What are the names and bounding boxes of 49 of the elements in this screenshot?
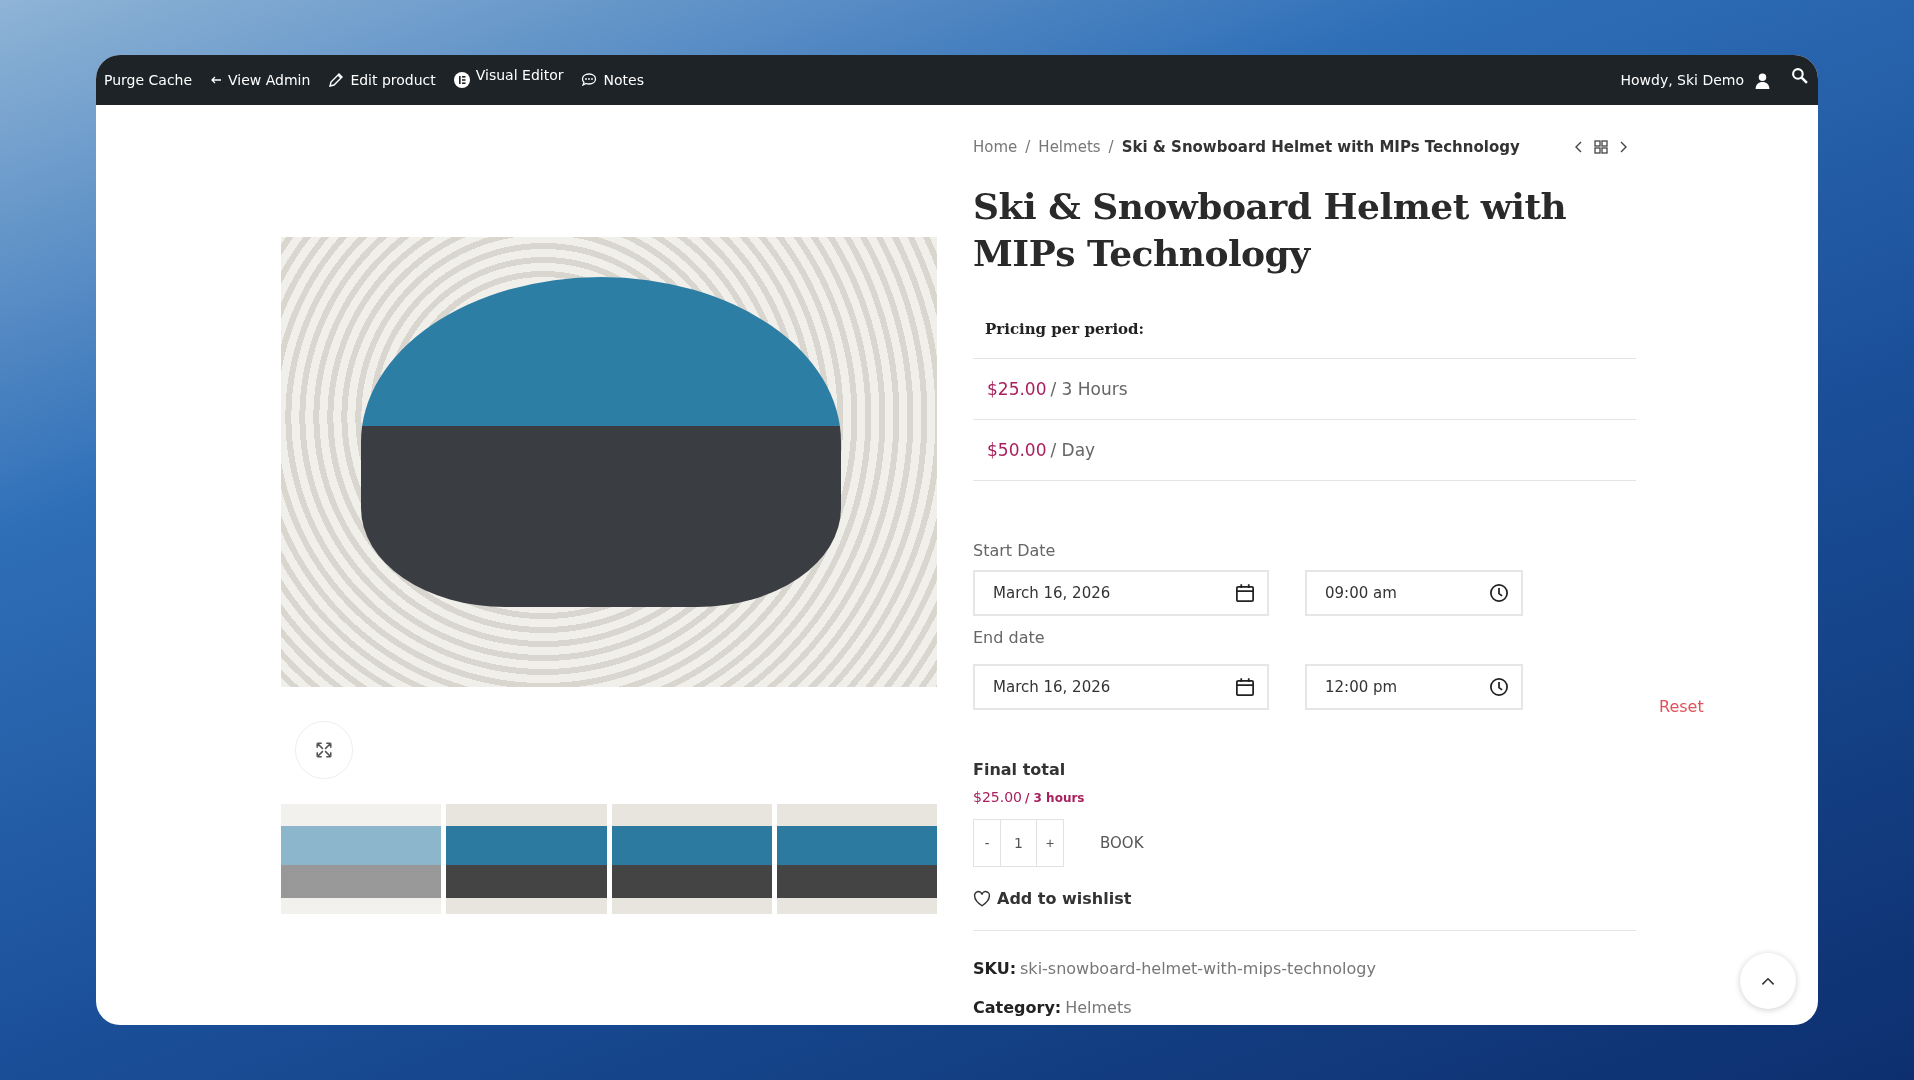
toolbar-link[interactable]: Edit product	[328, 72, 436, 88]
meta-label: Category:	[973, 998, 1062, 1017]
date-field[interactable]: March 16, 2026	[973, 663, 1269, 710]
field-label: Start Date	[973, 541, 1057, 560]
product-title: Ski & Snowboard Helmet with MIPs Technology	[973, 184, 1568, 276]
pencil-icon	[328, 72, 345, 88]
price-period: / 3 Hours	[1050, 379, 1128, 399]
total-label: Final total	[973, 760, 1067, 779]
field-label: End date	[973, 628, 1046, 647]
user-icon[interactable]	[1754, 71, 1771, 89]
breadcrumb-link[interactable]: Helmets	[1038, 138, 1101, 156]
search-icon[interactable]	[1791, 66, 1808, 84]
clock-icon	[1489, 676, 1509, 697]
thumbnail-photo[interactable]	[776, 804, 937, 914]
thumbnail-photo[interactable]	[446, 804, 607, 914]
time-field[interactable]: 12:00 pm	[1305, 663, 1523, 710]
grid-icon[interactable]	[1594, 140, 1608, 154]
total-period: / 3 hours	[1025, 791, 1085, 805]
date-field[interactable]: March 16, 2026	[973, 570, 1269, 616]
time-field[interactable]: 09:00 am	[1305, 570, 1523, 616]
meta-label: SKU:	[973, 959, 1017, 978]
calendar-icon	[1235, 676, 1255, 697]
price: $50.00	[987, 440, 1047, 460]
breadcrumb-link[interactable]: Home	[973, 138, 1018, 156]
toolbar-link[interactable]: View Admin	[210, 72, 311, 88]
breadcrumb-separator: /	[1025, 138, 1031, 156]
price-period: / Day	[1050, 440, 1096, 460]
speech-bubble-icon	[581, 72, 598, 88]
price: $25.00	[987, 379, 1047, 399]
meta-value[interactable]: Helmets	[1065, 998, 1132, 1017]
toolbar-link[interactable]: Notes	[581, 72, 644, 88]
heart-icon	[973, 889, 991, 908]
thumbnail-photo[interactable]	[611, 804, 772, 914]
wishlist-link[interactable]: Add to wishlist	[973, 889, 1636, 931]
toolbar-link[interactable]: Purge Cache	[104, 72, 193, 88]
meta-value: ski-snowboard-helmet-with-mips-technology	[1020, 959, 1376, 978]
thumbnail-photo[interactable]	[281, 804, 442, 914]
expand-icon	[315, 741, 333, 759]
total-price: $25.00	[973, 789, 1022, 805]
arrow-left-icon	[210, 74, 223, 86]
breadcrumb-separator: /	[1108, 138, 1114, 156]
reset-link[interactable]: Reset	[1659, 697, 1704, 716]
chevron-left-icon[interactable]	[1574, 140, 1584, 154]
chevron-right-icon[interactable]	[1618, 140, 1628, 154]
editor-logo-icon	[453, 72, 470, 88]
account-link[interactable]: Howdy, Ski Demo	[1620, 72, 1744, 88]
calendar-icon	[1235, 583, 1255, 603]
pricing-heading: Pricing per period:	[973, 320, 1636, 359]
clock-icon	[1489, 583, 1509, 603]
